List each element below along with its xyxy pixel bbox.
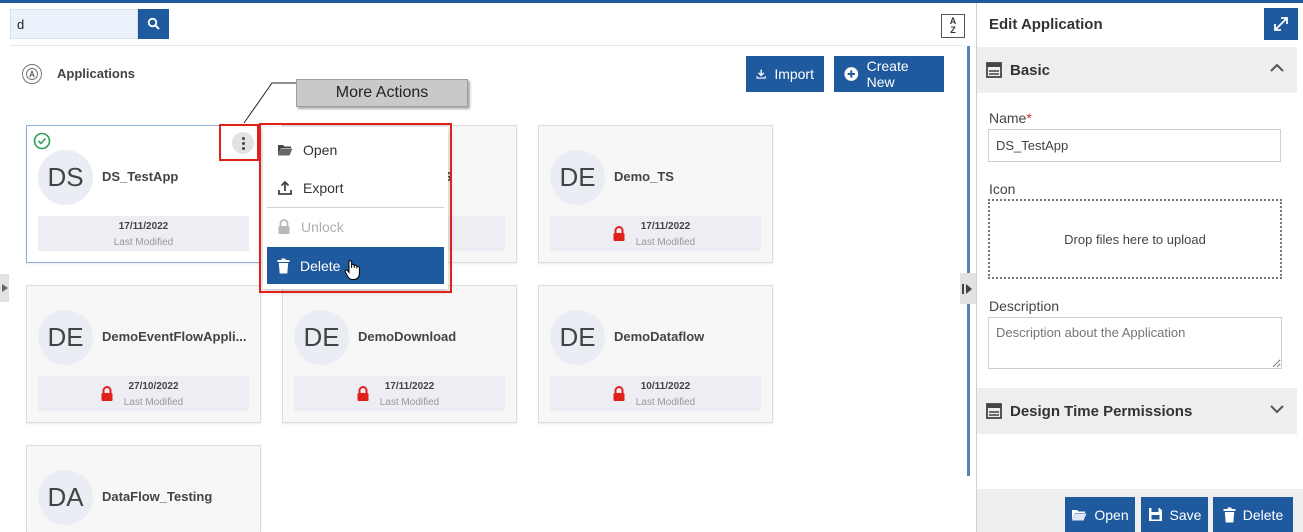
app-card-demodataflow[interactable]: DE DemoDataflow 10/11/2022 Last Modified <box>538 285 773 423</box>
create-new-button[interactable]: Create New <box>834 56 944 92</box>
avatar: DE <box>294 310 349 365</box>
search-input[interactable] <box>10 9 138 39</box>
card-footer: 17/11/2022 Last Modified <box>294 376 505 411</box>
divider <box>10 45 965 46</box>
import-button[interactable]: Import <box>746 56 824 92</box>
sort-z-label: Z <box>950 25 956 35</box>
page-title: Applications <box>57 66 136 81</box>
name-label: Name* <box>989 110 1032 126</box>
avatar: DE <box>550 150 605 205</box>
top-accent-bar <box>0 0 1303 3</box>
app-name: Demo_TS <box>614 169 674 184</box>
open-button[interactable]: Open <box>1065 497 1135 532</box>
save-icon <box>1148 508 1162 521</box>
panel-toggle-icon <box>962 283 972 294</box>
panel-title: Edit Application <box>989 16 1103 33</box>
search-icon <box>147 17 160 30</box>
form-icon <box>986 403 1002 419</box>
app-name: DS_TestApp <box>102 169 179 184</box>
card-footer: 17/11/2022 Last Modified <box>38 216 249 251</box>
triangle-right-icon <box>1 284 8 292</box>
search-bar <box>10 9 169 39</box>
app-name: DemoDataflow <box>614 329 705 344</box>
expand-icon <box>1274 17 1288 31</box>
app-card-demoeventflow[interactable]: DE DemoEventFlowAppli... 27/10/2022 Last… <box>26 285 261 423</box>
check-circle-icon <box>33 132 51 150</box>
open-button-label: Open <box>1094 506 1129 523</box>
avatar: DE <box>38 310 93 365</box>
description-label: Description <box>989 298 1060 314</box>
modified-label: Last Modified <box>635 397 696 408</box>
card-footer: 17/11/2022 Last Modified <box>550 216 761 251</box>
icon-dropzone[interactable]: Drop files here to upload <box>988 199 1282 279</box>
highlight-more-button <box>219 124 259 161</box>
panel-collapse-handle[interactable] <box>960 273 976 304</box>
app-card-demodownload[interactable]: DE DemoDownload 17/11/2022 Last Modified <box>282 285 517 423</box>
icon-label: Icon <box>989 181 1016 197</box>
modified-date: 17/11/2022 <box>640 221 691 232</box>
chevron-down-icon <box>1270 405 1284 414</box>
modified-date: 17/11/2022 <box>118 221 169 232</box>
download-icon <box>756 69 766 79</box>
import-label: Import <box>774 66 814 82</box>
name-field[interactable] <box>988 129 1281 162</box>
save-button[interactable]: Save <box>1141 497 1208 532</box>
highlight-menu <box>259 123 452 293</box>
avatar: DS <box>38 150 93 205</box>
create-new-label: Create New <box>866 58 909 90</box>
section-permissions-label: Design Time Permissions <box>1010 402 1193 420</box>
avatar: DA <box>38 470 93 525</box>
app-card-demo-ts[interactable]: DE Demo_TS 17/11/2022 Last Modified <box>538 125 773 263</box>
modified-label: Last Modified <box>379 397 440 408</box>
modified-date: 27/10/2022 <box>128 381 179 392</box>
sort-az-button[interactable]: A Z <box>941 14 965 38</box>
modified-date: 10/11/2022 <box>640 381 691 392</box>
expand-panel-button[interactable] <box>1264 8 1298 40</box>
section-basic[interactable]: Basic <box>977 47 1297 93</box>
form-icon <box>986 62 1002 78</box>
card-footer: 10/11/2022 Last Modified <box>550 376 761 411</box>
card-footer: 27/10/2022 Last Modified <box>38 376 249 411</box>
delete-button[interactable]: Delete <box>1213 497 1293 532</box>
app-name: DemoDownload <box>358 329 457 344</box>
trash-icon <box>1223 507 1236 522</box>
delete-button-label: Delete <box>1242 506 1284 523</box>
avatar: DE <box>550 310 605 365</box>
app-name: DemoEventFlowAppli... <box>102 329 247 344</box>
more-actions-callout: More Actions <box>296 79 468 107</box>
section-permissions[interactable]: Design Time Permissions <box>977 388 1297 434</box>
chevron-up-icon <box>1270 63 1284 72</box>
modified-label: Last Modified <box>635 237 696 248</box>
app-name: DataFlow_Testing <box>102 489 213 504</box>
folder-open-icon <box>1072 509 1087 520</box>
search-button[interactable] <box>138 9 169 39</box>
modified-date: 17/11/2022 <box>384 381 435 392</box>
section-basic-label: Basic <box>1010 61 1051 79</box>
left-collapse-handle[interactable] <box>0 274 9 302</box>
app-card-dataflow-testing[interactable]: DA DataFlow_Testing <box>26 445 261 532</box>
applications-logo-icon: A <box>22 64 42 84</box>
plus-circle-icon <box>844 67 859 81</box>
scrollbar[interactable] <box>967 46 970 476</box>
save-button-label: Save <box>1169 506 1202 523</box>
description-field[interactable] <box>988 317 1282 369</box>
modified-label: Last Modified <box>123 397 184 408</box>
modified-label: Last Modified <box>113 237 174 248</box>
